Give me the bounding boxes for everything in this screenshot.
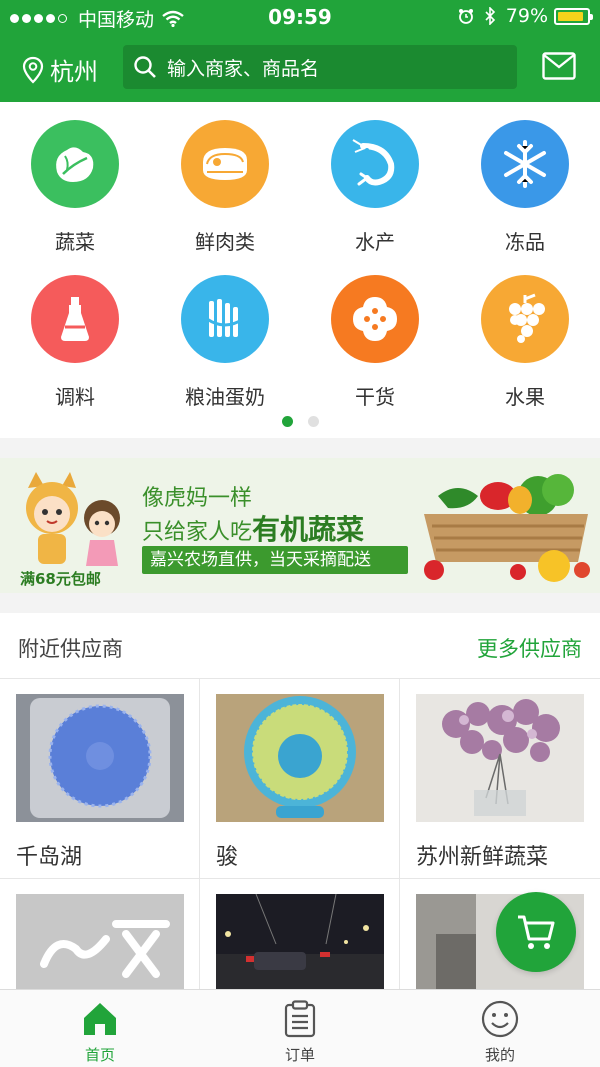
category-label: 蔬菜 (55, 230, 95, 254)
mail-icon (542, 52, 576, 80)
supplier-name: 千岛湖 (16, 845, 83, 870)
seasoning-bottle-icon (31, 275, 119, 363)
category-label: 冻品 (505, 230, 545, 254)
supplier-card[interactable]: 骏 (200, 679, 400, 879)
location-pin-icon (22, 56, 44, 84)
blue-desk-fan-photo (16, 694, 184, 822)
smiley-icon (481, 1000, 519, 1038)
status-bar: 中国移动 09:59 79% (0, 0, 600, 34)
category-meat[interactable]: 鲜肉类 (150, 102, 300, 254)
tab-home[interactable]: 首页 (0, 990, 200, 1067)
category-label: 鲜肉类 (195, 230, 255, 254)
banner-line3: 嘉兴农场直供，当天采摘配送 (142, 546, 408, 574)
vegetable-basket-illustration (424, 474, 590, 582)
category-label: 水产 (355, 230, 395, 254)
search-placeholder: 输入商家、商品名 (167, 57, 320, 80)
category-dried[interactable]: 干货 (300, 257, 450, 409)
city-label: 杭州 (50, 58, 98, 86)
top-nav: 杭州 输入商家、商品名 (0, 34, 600, 102)
category-vegetable[interactable]: 蔬菜 (0, 102, 150, 254)
grapes-icon (481, 275, 569, 363)
shrimp-icon (331, 120, 419, 208)
category-grid: 蔬菜 鲜肉类 水产 冻品 调料 粮油蛋奶 干货 水果 (0, 102, 600, 438)
category-fruit[interactable]: 水果 (450, 257, 600, 409)
cart-icon (518, 915, 555, 949)
supplier-card[interactable]: 苏州新鲜蔬菜 (400, 679, 600, 879)
logo-placeholder-photo (16, 894, 184, 989)
promo-banner[interactable]: 满68元包邮 像虎妈一样 只给家人吃有机蔬菜 嘉兴农场直供，当天采摘配送 (0, 458, 600, 593)
cart-button[interactable] (496, 892, 576, 972)
clipboard-icon (284, 1000, 316, 1038)
category-seafood[interactable]: 水产 (300, 102, 450, 254)
night-street-photo (216, 894, 384, 989)
search-icon (134, 56, 156, 78)
category-label: 干货 (355, 385, 395, 409)
tab-label: 我的 (484, 1046, 515, 1064)
battery-icon (554, 7, 593, 25)
snowflake-icon (481, 120, 569, 208)
suppliers-header: 附近供应商 更多供应商 (0, 613, 600, 679)
category-seasoning[interactable]: 调料 (0, 257, 150, 409)
category-frozen[interactable]: 冻品 (450, 102, 600, 254)
tab-label: 首页 (84, 1046, 115, 1064)
bluetooth-icon (485, 7, 495, 25)
grain-icon (181, 275, 269, 363)
bottom-tab-bar: 首页 订单 我的 (0, 989, 600, 1067)
section-title: 附近供应商 (18, 637, 123, 661)
home-icon (84, 1003, 116, 1035)
tab-orders[interactable]: 订单 (200, 990, 400, 1067)
header: 中国移动 09:59 79% 杭州 输入商家、商品名 (0, 0, 600, 102)
battery-percent: 79% (505, 5, 548, 27)
flowers-vase-photo (416, 694, 584, 822)
dried-goods-icon (331, 275, 419, 363)
category-label: 水果 (505, 385, 545, 409)
promo-label: 满68元包邮 (20, 570, 101, 588)
supplier-card[interactable] (200, 879, 400, 989)
vegetable-icon (31, 120, 119, 208)
category-label: 粮油蛋奶 (185, 385, 265, 409)
category-grain[interactable]: 粮油蛋奶 (150, 257, 300, 409)
cartoon-kids-illustration (26, 472, 120, 566)
supplier-name: 苏州新鲜蔬菜 (416, 845, 549, 870)
supplier-name: 骏 (216, 845, 239, 870)
search-input[interactable]: 输入商家、商品名 (123, 45, 517, 89)
more-suppliers-link[interactable]: 更多供应商 (477, 633, 582, 663)
alarm-icon (458, 9, 473, 24)
supplier-card[interactable]: 千岛湖 (0, 679, 200, 879)
meat-icon (181, 120, 269, 208)
tab-label: 订单 (284, 1046, 315, 1064)
supplier-card[interactable] (0, 879, 200, 989)
page-dot[interactable] (308, 416, 319, 427)
banner-line2-prefix: 只给家人吃 (142, 520, 253, 545)
banner-line2-highlight: 有机蔬菜 (252, 513, 365, 546)
category-label: 调料 (55, 385, 95, 409)
message-button[interactable] (542, 52, 576, 84)
banner-line2: 只给家人吃有机蔬菜 (142, 508, 364, 548)
teal-mini-fan-photo (216, 694, 384, 822)
page-dot-active[interactable] (282, 416, 293, 427)
city-selector[interactable]: 杭州 (22, 52, 98, 87)
page-indicator (282, 416, 334, 427)
tab-profile[interactable]: 我的 (400, 990, 600, 1067)
app-screen: 中国移动 09:59 79% 杭州 输入商家、商品名 蔬菜 鲜肉类 水产 冻品 … (0, 0, 600, 1067)
